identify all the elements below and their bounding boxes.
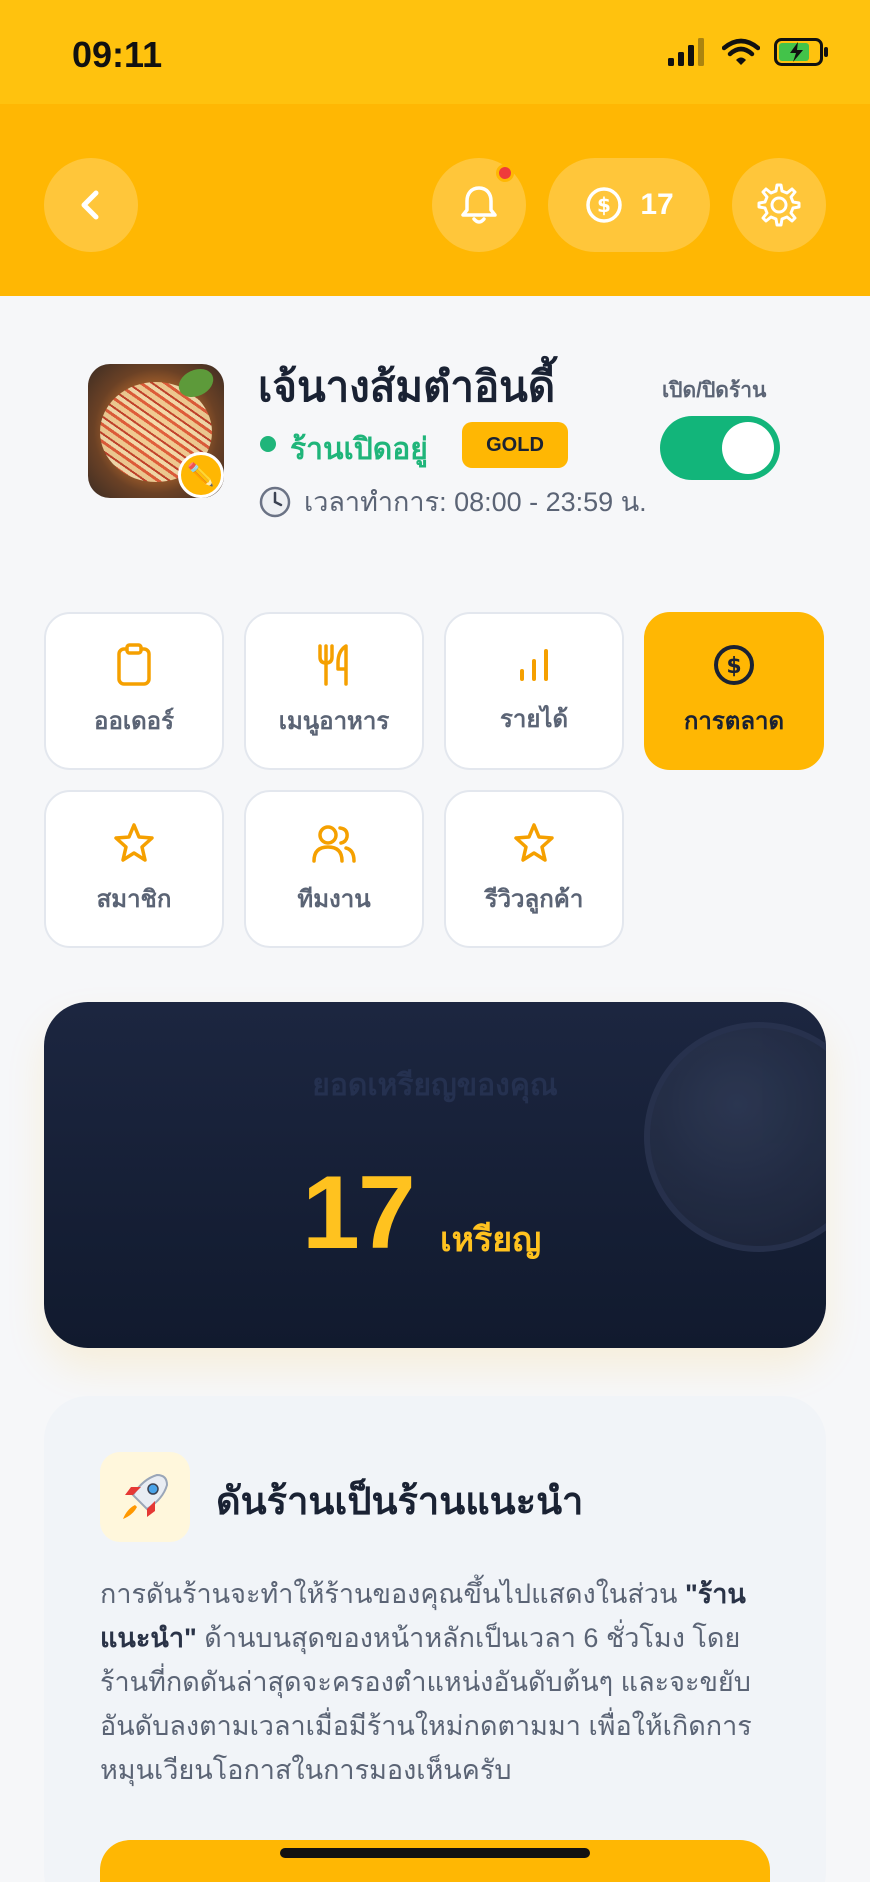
tile-reviews[interactable]: รีวิวลูกค้า	[444, 790, 624, 948]
bar-chart-icon	[520, 648, 548, 681]
settings-button[interactable]	[732, 158, 826, 252]
boost-store-card: ดันร้านเป็นร้านแนะนำ การดันร้านจะทำให้ร้…	[44, 1396, 826, 1882]
tile-label: การตลาด	[683, 707, 785, 735]
coin-balance-button[interactable]: $ 17	[548, 158, 710, 252]
balance-unit: เหรียญ	[440, 1221, 542, 1259]
users-icon	[312, 824, 356, 863]
clock-icon	[259, 486, 291, 517]
tile-marketing[interactable]: $ การตลาด	[644, 612, 824, 770]
balance-value: 17	[302, 1155, 416, 1271]
back-button[interactable]	[44, 158, 138, 252]
tier-badge: GOLD	[462, 422, 568, 468]
edit-image-button[interactable]: ✏️	[178, 452, 224, 498]
tile-label: ทีมงาน	[297, 885, 371, 913]
open-status: ร้านเปิดอยู่	[290, 433, 428, 466]
battery-icon	[774, 38, 828, 66]
boost-text-end: ด้านบนสุดของหน้าหลักเป็นเวลา 6 ชั่วโมง โ…	[100, 1623, 752, 1785]
rocket-icon	[123, 1473, 169, 1519]
store-open-toggle[interactable]	[660, 416, 780, 480]
pencil-icon: ✏️	[187, 462, 215, 487]
svg-text:$: $	[597, 193, 611, 217]
tile-label: ออเดอร์	[94, 707, 174, 735]
gear-icon	[757, 183, 801, 227]
boost-button[interactable]	[100, 1840, 770, 1882]
boost-text-start: การดันร้านจะทำให้ร้านของคุณขึ้นไปแสดงในส…	[100, 1579, 685, 1609]
tile-team[interactable]: ทีมงาน	[244, 790, 424, 948]
home-indicator	[280, 1848, 590, 1858]
coin-emblem	[644, 1022, 826, 1252]
bell-icon	[461, 186, 497, 224]
dollar-coin-icon: $	[714, 644, 754, 685]
coin-count: 17	[640, 188, 674, 221]
business-hours: เวลาทำการ: 08:00 - 23:59 น.	[258, 480, 647, 523]
store-toggle-label: เปิด/ปิดร้าน	[662, 379, 767, 402]
store-name: เจ้นางส้มตำอินดี้	[258, 363, 556, 410]
tile-orders[interactable]: ออเดอร์	[44, 612, 224, 770]
svg-text:$: $	[726, 654, 741, 679]
utensils-icon	[318, 643, 348, 686]
tile-label: รายได้	[499, 705, 569, 733]
tile-revenue[interactable]: รายได้	[444, 612, 624, 770]
rocket-icon-box	[100, 1452, 190, 1542]
notification-dot	[496, 164, 514, 182]
signal-icon	[668, 38, 704, 66]
star-icon	[514, 822, 554, 862]
wifi-icon	[722, 38, 760, 65]
balance-label: ยอดเหรียญของคุณ	[312, 1069, 558, 1102]
clipboard-icon	[117, 642, 151, 686]
toggle-knob	[722, 422, 774, 474]
coin-balance-card: ยอดเหรียญของคุณ 17 เหรียญ	[44, 1002, 826, 1348]
tile-label: รีวิวลูกค้า	[484, 885, 584, 913]
notifications-button[interactable]	[432, 158, 526, 252]
tile-label: สมาชิก	[96, 885, 172, 913]
coin-icon: $	[586, 187, 623, 223]
tile-menu[interactable]: เมนูอาหาร	[244, 612, 424, 770]
star-icon	[114, 822, 154, 862]
app-header: $ 17	[0, 104, 870, 296]
boost-description: การดันร้านจะทำให้ร้านของคุณขึ้นไปแสดงในส…	[100, 1572, 780, 1792]
boost-title: ดันร้านเป็นร้านแนะนำ	[216, 1481, 584, 1523]
main-content: ✏️ เจ้นางส้มตำอินดี้ ร้านเปิดอยู่ GOLD เ…	[0, 296, 870, 1882]
chevron-left-icon	[81, 190, 99, 220]
open-status-dot	[260, 436, 276, 452]
tile-members[interactable]: สมาชิก	[44, 790, 224, 948]
status-bar: 09:11	[0, 0, 870, 104]
status-icons	[668, 38, 830, 66]
status-time: 09:11	[72, 34, 163, 75]
tile-label: เมนูอาหาร	[278, 707, 390, 735]
business-hours-text: เวลาทำการ: 08:00 - 23:59 น.	[304, 487, 647, 517]
